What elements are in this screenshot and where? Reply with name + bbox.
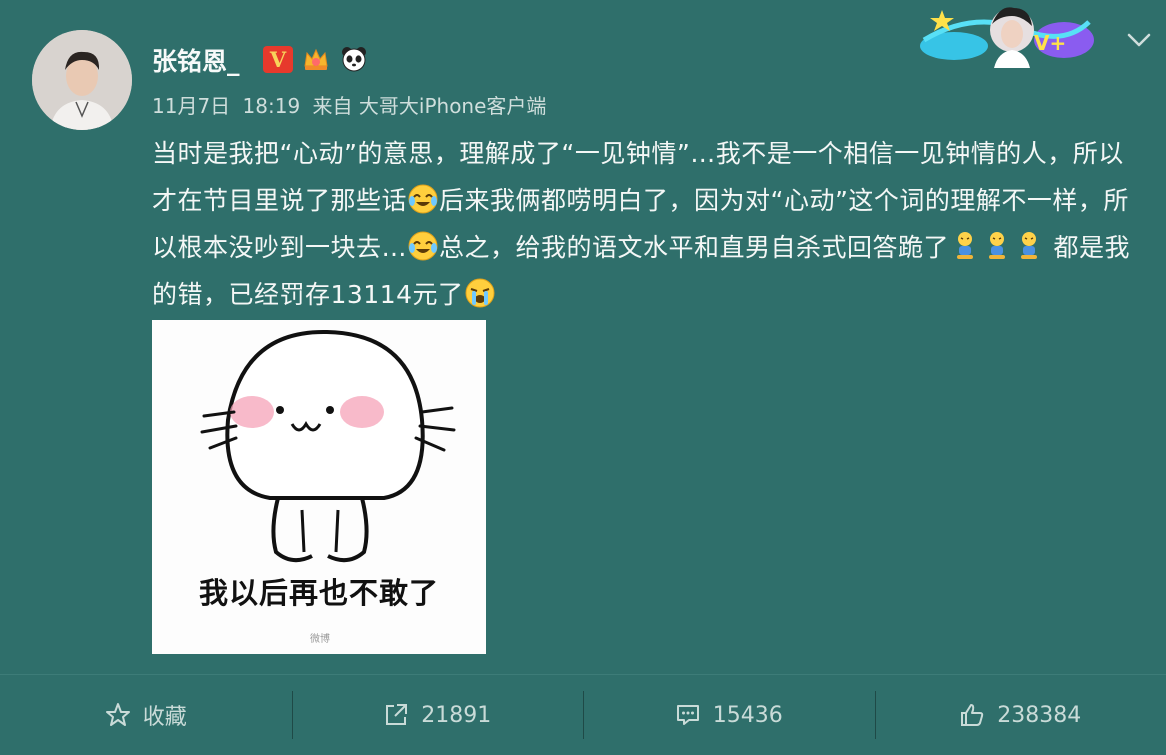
post-date[interactable]: 11月7日	[152, 94, 230, 118]
sticker-image[interactable]: 微博 我以后再也不敢了	[152, 320, 486, 654]
favorite-label: 收藏	[143, 699, 187, 731]
laugh-cry-emoji	[407, 183, 439, 215]
laugh-cry-emoji	[407, 230, 439, 262]
username[interactable]: 张铭恩_	[152, 42, 240, 78]
weibo-post: 张铭恩_ V 11月7日 18:19 来自 大哥大iPhone客户端	[0, 0, 1166, 672]
avatar[interactable]	[32, 30, 132, 130]
user-badges: V	[263, 44, 369, 74]
favorite-button[interactable]: 收藏	[0, 675, 292, 755]
post-time[interactable]: 18:19	[243, 94, 301, 118]
like-count: 238384	[997, 703, 1081, 728]
verified-v-icon[interactable]: V	[263, 46, 293, 73]
action-bar: 收藏 21891 15436 238384	[0, 674, 1166, 755]
comment-button[interactable]: 15436	[583, 675, 875, 755]
svg-text:V+: V+	[1034, 31, 1066, 55]
share-icon	[383, 702, 409, 728]
kneeling-emoji	[981, 230, 1013, 262]
chevron-down-icon[interactable]	[1126, 30, 1152, 50]
comment-count: 15436	[713, 703, 783, 728]
post-meta: 11月7日 18:19 来自 大哥大iPhone客户端	[152, 90, 546, 119]
repost-button[interactable]: 21891	[292, 675, 584, 755]
comment-icon	[675, 702, 701, 728]
crown-badge-icon[interactable]	[301, 44, 331, 74]
post-text: 当时是我把“心动”的意思，理解成了“一见钟情”…我不是一个相信一见钟情的人，所以…	[152, 130, 1142, 318]
vip-banner-decoration[interactable]: V+	[914, 0, 1096, 68]
thumbs-up-icon	[959, 702, 985, 728]
panda-icon[interactable]	[339, 44, 369, 74]
repost-count: 21891	[421, 703, 491, 728]
sticker-caption: 我以后再也不敢了	[152, 570, 486, 612]
like-button[interactable]: 238384	[875, 675, 1166, 755]
svg-text:微博: 微博	[310, 632, 330, 645]
kneeling-emoji	[1013, 230, 1045, 262]
star-icon	[105, 702, 131, 728]
kneeling-emoji	[949, 230, 981, 262]
post-source: 来自 大哥大iPhone客户端	[313, 94, 547, 118]
crying-emoji	[464, 277, 496, 309]
avatar-photo	[32, 30, 132, 130]
post-text-part-3: 总之，给我的语文水平和直男自杀式回答跪了	[439, 233, 949, 262]
